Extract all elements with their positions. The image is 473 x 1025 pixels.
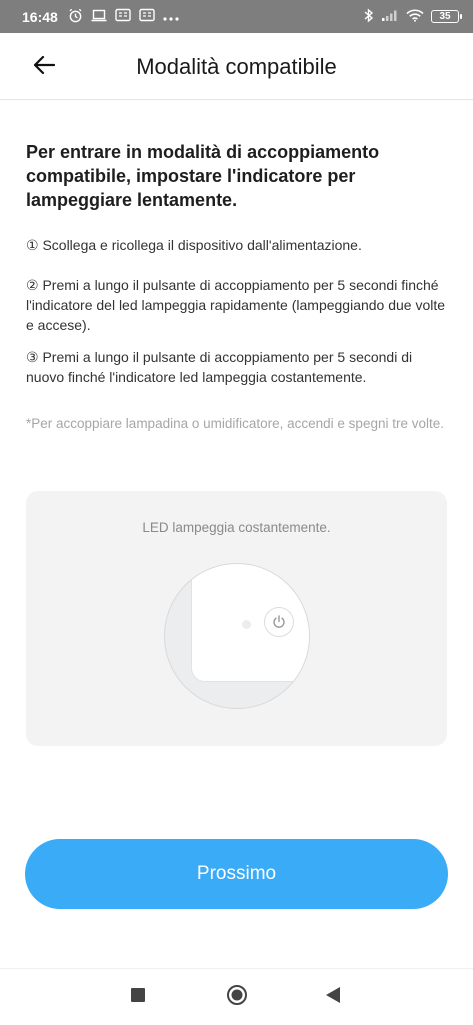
home-button[interactable]: [225, 984, 249, 1011]
system-nav-bar: [0, 968, 473, 1025]
step-1: ① Scollega e ricollega il dispositivo da…: [26, 237, 362, 253]
status-time: 16:48: [22, 8, 58, 25]
instructions: Per entrare in modalità di accoppiamento…: [26, 140, 447, 431]
led-indicator: [242, 620, 251, 629]
battery-level: 35: [439, 11, 451, 22]
wifi-icon: [406, 9, 424, 25]
notification-icon: [139, 8, 155, 25]
device-body: [191, 564, 309, 682]
illustration-card: LED lampeggia costantemente.: [26, 491, 447, 746]
page-title: Modalità compatibile: [136, 54, 337, 79]
instructions-heading: Per entrare in modalità di accoppiamento…: [26, 142, 380, 210]
recent-apps-button[interactable]: [126, 985, 150, 1009]
notification-icon: [115, 8, 131, 25]
square-icon: [131, 987, 145, 1007]
app-bar: Modalità compatibile: [0, 33, 473, 100]
step-2: ② Premi a lungo il pulsante di accoppiam…: [26, 277, 446, 333]
status-bar: 16:48 35: [0, 0, 473, 33]
system-back-button[interactable]: [321, 985, 345, 1009]
circle-icon: [226, 984, 248, 1011]
step-3: ③ Premi a lungo il pulsante di accoppiam…: [26, 349, 413, 385]
battery-icon: 35: [431, 10, 462, 23]
signal-icon: [381, 9, 399, 25]
bluetooth-icon: [364, 7, 374, 26]
illustration-caption: LED lampeggia costantemente.: [142, 520, 331, 535]
alarm-icon: [68, 8, 83, 26]
laptop-icon: [91, 9, 107, 25]
power-icon: [264, 607, 294, 637]
device-illustration: [164, 563, 310, 709]
triangle-back-icon: [326, 986, 340, 1008]
more-icon: [163, 9, 179, 25]
pairing-note: *Per accoppiare lampadina o umidificator…: [26, 416, 444, 431]
next-button[interactable]: Prossimo: [25, 839, 448, 909]
